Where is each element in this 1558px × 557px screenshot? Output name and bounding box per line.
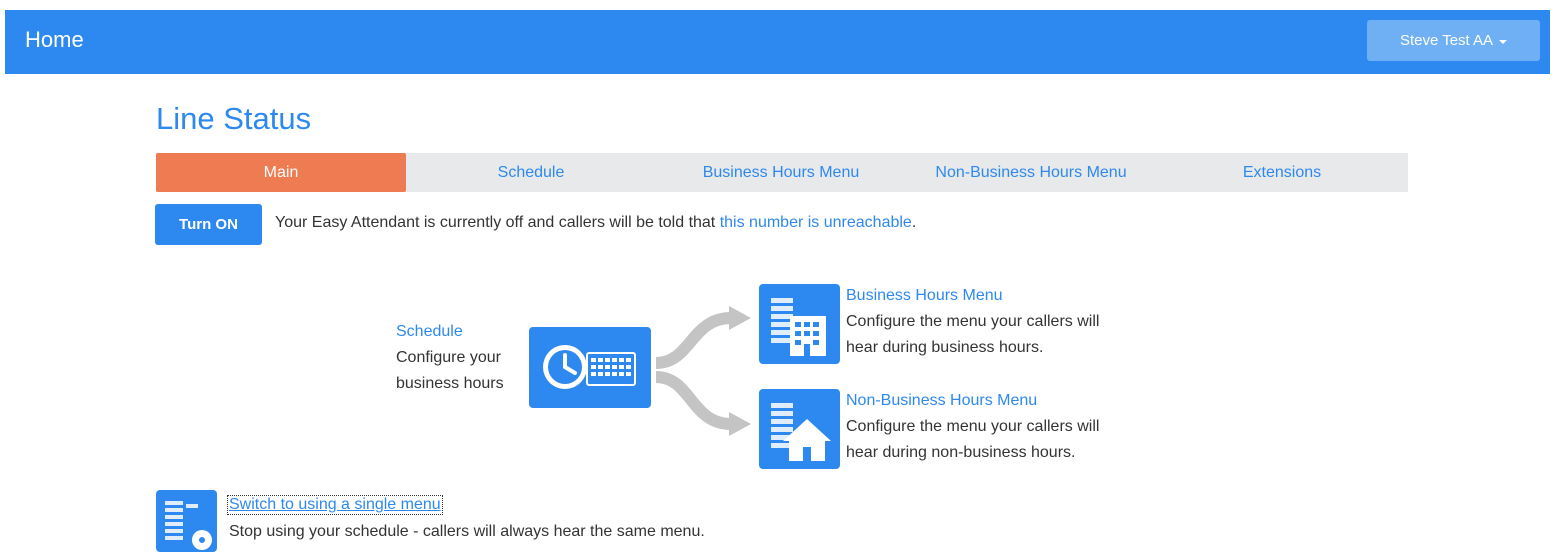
- tab-main[interactable]: Main: [156, 153, 406, 192]
- business-hours-tile[interactable]: [759, 284, 840, 364]
- schedule-desc-2: business hours: [396, 375, 504, 392]
- non-business-desc-2: hear during non-business hours.: [846, 444, 1076, 461]
- switch-single-menu-desc: Stop using your schedule - callers will …: [229, 523, 705, 540]
- caret-down-icon: [1499, 39, 1508, 44]
- status-text: Your Easy Attendant is currently off and…: [275, 214, 720, 231]
- schedule-tile[interactable]: [529, 327, 651, 408]
- business-desc-1: Configure the menu your callers will: [846, 313, 1100, 330]
- flow-arrows-icon: [655, 306, 751, 436]
- single-menu-tile[interactable]: [156, 490, 217, 552]
- non-business-hours-tile[interactable]: [759, 389, 840, 469]
- switch-single-menu-link[interactable]: Switch to using a single menu: [227, 495, 443, 515]
- non-business-hours-block: Non-Business Hours Menu Configure the me…: [846, 388, 1099, 466]
- business-hours-block: Business Hours Menu Configure the menu y…: [846, 283, 1099, 361]
- tab-extensions[interactable]: Extensions: [1156, 153, 1408, 192]
- house-icon: [771, 403, 831, 461]
- non-business-desc-1: Configure the menu your callers will: [846, 418, 1100, 435]
- turn-on-button[interactable]: Turn ON: [155, 204, 262, 245]
- tab-non-business-hours-menu[interactable]: Non-Business Hours Menu: [906, 153, 1156, 192]
- business-hours-link[interactable]: Business Hours Menu: [846, 283, 1099, 309]
- schedule-block: Schedule Configure your business hours: [396, 319, 504, 397]
- home-link[interactable]: Home: [25, 27, 84, 53]
- tab-business-hours-menu[interactable]: Business Hours Menu: [656, 153, 906, 192]
- menu-disc-icon: [165, 501, 212, 550]
- unreachable-link[interactable]: this number is unreachable: [720, 214, 912, 231]
- schedule-link[interactable]: Schedule: [396, 319, 504, 345]
- clock-calendar-icon: [543, 345, 636, 389]
- tab-bar: Main Schedule Business Hours Menu Non-Bu…: [156, 153, 1408, 192]
- page-title: Line Status: [156, 101, 312, 136]
- status-message: Your Easy Attendant is currently off and…: [275, 214, 916, 232]
- top-navbar: Home Steve Test AA: [5, 10, 1550, 74]
- user-menu-button[interactable]: Steve Test AA: [1367, 20, 1540, 61]
- user-name: Steve Test AA: [1399, 32, 1494, 49]
- schedule-desc-1: Configure your: [396, 349, 501, 366]
- status-text-end: .: [911, 214, 917, 231]
- non-business-hours-link[interactable]: Non-Business Hours Menu: [846, 388, 1099, 414]
- business-desc-2: hear during business hours.: [846, 339, 1044, 356]
- office-building-icon: [771, 298, 826, 356]
- tab-schedule[interactable]: Schedule: [406, 153, 656, 192]
